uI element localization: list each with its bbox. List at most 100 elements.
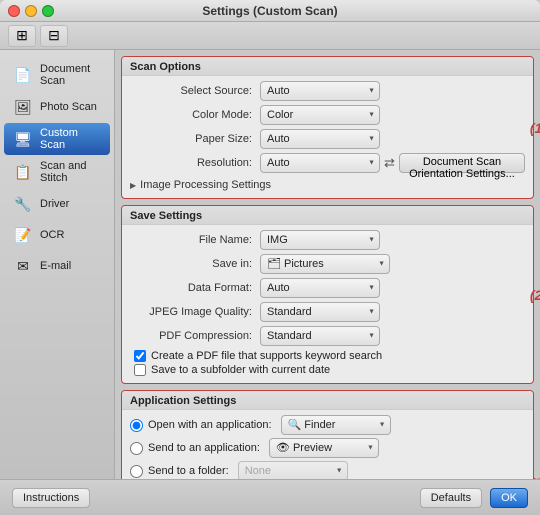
application-settings-title: Application Settings	[130, 395, 236, 407]
color-mode-control: Color	[260, 105, 525, 125]
defaults-button[interactable]: Defaults	[420, 488, 482, 508]
file-name-dropdown[interactable]: IMG	[260, 230, 380, 250]
orientation-icon: ⇄	[384, 155, 395, 171]
section-1-number: (1)	[530, 120, 540, 136]
sidebar-item-scan-and-stitch[interactable]: 📋 Scan and Stitch	[4, 156, 110, 188]
send-folder-wrapper[interactable]: None	[238, 461, 348, 479]
resolution-label: Resolution:	[130, 157, 260, 169]
document-scan-icon: 📄	[12, 64, 34, 86]
pdf-compression-label: PDF Compression:	[130, 330, 260, 342]
data-format-label: Data Format:	[130, 282, 260, 294]
color-mode-dropdown[interactable]: Color	[260, 105, 380, 125]
file-name-row: File Name: IMG	[130, 230, 525, 250]
close-button[interactable]	[8, 5, 20, 17]
toolbar-icon-2[interactable]: ⊟	[40, 25, 68, 47]
toolbar-icon-1[interactable]: ⊞	[8, 25, 36, 47]
save-in-dropdown[interactable]: 🗂 Pictures	[260, 254, 390, 274]
send-app-radio[interactable]	[130, 442, 143, 455]
sidebar-item-driver[interactable]: 🔧 Driver	[4, 189, 110, 219]
open-app-wrapper[interactable]: 🔍 Finder	[281, 415, 391, 435]
section-2-number: (2)	[530, 287, 540, 303]
toolbar: ⊞ ⊟	[0, 22, 540, 50]
paper-size-control: Auto	[260, 129, 525, 149]
pdf-compression-row: PDF Compression: Standard	[130, 326, 525, 346]
window-title: Settings (Custom Scan)	[202, 4, 337, 18]
save-in-control: 🗂 Pictures	[260, 254, 525, 274]
driver-icon: 🔧	[12, 193, 34, 215]
jpeg-quality-label: JPEG Image Quality:	[130, 306, 260, 318]
send-folder-dropdown[interactable]: None	[238, 461, 348, 479]
keyword-search-label: Create a PDF file that supports keyword …	[151, 350, 382, 362]
save-settings-body: File Name: IMG Save in:	[122, 225, 533, 383]
select-source-label: Select Source:	[130, 85, 260, 97]
send-app-label: Send to an application:	[148, 442, 260, 454]
pdf-compression-dropdown[interactable]: Standard	[260, 326, 380, 346]
data-format-row: Data Format: Auto	[130, 278, 525, 298]
maximize-button[interactable]	[42, 5, 54, 17]
scan-stitch-icon: 📋	[12, 161, 34, 183]
sidebar-item-custom-scan[interactable]: 🖥 Custom Scan	[4, 123, 110, 155]
paper-size-wrapper[interactable]: Auto	[260, 129, 380, 149]
data-format-dropdown[interactable]: Auto	[260, 278, 380, 298]
scan-options-header: Scan Options	[122, 57, 533, 76]
minimize-button[interactable]	[25, 5, 37, 17]
main-layout: 📄 Document Scan 🖼 Photo Scan 🖥 Custom Sc…	[0, 50, 540, 479]
data-format-wrapper[interactable]: Auto	[260, 278, 380, 298]
window-controls	[8, 5, 54, 17]
paper-size-row: Paper Size: Auto	[130, 129, 525, 149]
paper-size-dropdown[interactable]: Auto	[260, 129, 380, 149]
bottom-bar: Instructions Defaults OK	[0, 479, 540, 515]
send-folder-radio[interactable]	[130, 465, 143, 478]
open-app-row: Open with an application: 🔍 Finder	[130, 415, 525, 435]
ok-button[interactable]: OK	[490, 488, 528, 508]
pdf-compression-wrapper[interactable]: Standard	[260, 326, 380, 346]
bottom-left: Instructions	[12, 488, 90, 508]
content-area: Scan Options Select Source: Auto	[115, 50, 540, 479]
jpeg-quality-row: JPEG Image Quality: Standard	[130, 302, 525, 322]
open-app-label: Open with an application:	[148, 419, 272, 431]
scan-options-title: Scan Options	[130, 61, 201, 73]
resolution-dropdown[interactable]: Auto	[260, 153, 380, 173]
orientation-settings-button[interactable]: Document Scan Orientation Settings...	[399, 153, 525, 173]
sidebar-item-email[interactable]: ✉ E-mail	[4, 251, 110, 281]
scan-options-body: Select Source: Auto Color Mode:	[122, 76, 533, 198]
send-folder-row: Send to a folder: None	[130, 461, 525, 479]
save-in-row: Save in: 🗂 Pictures	[130, 254, 525, 274]
select-source-row: Select Source: Auto	[130, 81, 525, 101]
select-source-control: Auto	[260, 81, 525, 101]
sidebar-label-ocr: OCR	[40, 229, 64, 241]
sidebar-label-document-scan: Document Scan	[40, 63, 102, 87]
save-settings-header: Save Settings	[122, 206, 533, 225]
send-folder-label: Send to a folder:	[148, 465, 229, 477]
sidebar-item-ocr[interactable]: 📝 OCR	[4, 220, 110, 250]
send-app-wrapper[interactable]: 👁 Preview	[269, 438, 379, 458]
keyword-search-checkbox[interactable]	[134, 350, 146, 362]
custom-scan-icon: 🖥	[12, 128, 34, 150]
instructions-button[interactable]: Instructions	[12, 488, 90, 508]
send-app-dropdown[interactable]: 👁 Preview	[269, 438, 379, 458]
file-name-wrapper[interactable]: IMG	[260, 230, 380, 250]
sidebar-item-document-scan[interactable]: 📄 Document Scan	[4, 59, 110, 91]
image-processing-label: Image Processing Settings	[140, 179, 271, 191]
email-icon: ✉	[12, 255, 34, 277]
application-settings-section: Application Settings Open with an applic…	[121, 390, 534, 479]
resolution-row: Resolution: Auto ⇄ Document Scan Orienta…	[130, 153, 525, 173]
color-mode-wrapper[interactable]: Color	[260, 105, 380, 125]
jpeg-quality-wrapper[interactable]: Standard	[260, 302, 380, 322]
select-source-wrapper[interactable]: Auto	[260, 81, 380, 101]
select-source-dropdown[interactable]: Auto	[260, 81, 380, 101]
sidebar-item-photo-scan[interactable]: 🖼 Photo Scan	[4, 92, 110, 122]
subfolder-checkbox[interactable]	[134, 364, 146, 376]
ocr-icon: 📝	[12, 224, 34, 246]
open-app-dropdown[interactable]: 🔍 Finder	[281, 415, 391, 435]
save-in-label: Save in:	[130, 258, 260, 270]
jpeg-quality-dropdown[interactable]: Standard	[260, 302, 380, 322]
resolution-control: Auto ⇄ Document Scan Orientation Setting…	[260, 153, 525, 173]
sidebar-label-driver: Driver	[40, 198, 69, 210]
sidebar-label-email: E-mail	[40, 260, 71, 272]
color-mode-row: Color Mode: Color	[130, 105, 525, 125]
save-in-wrapper[interactable]: 🗂 Pictures	[260, 254, 390, 274]
resolution-wrapper[interactable]: Auto	[260, 153, 380, 173]
title-bar: Settings (Custom Scan)	[0, 0, 540, 22]
open-app-radio[interactable]	[130, 419, 143, 432]
